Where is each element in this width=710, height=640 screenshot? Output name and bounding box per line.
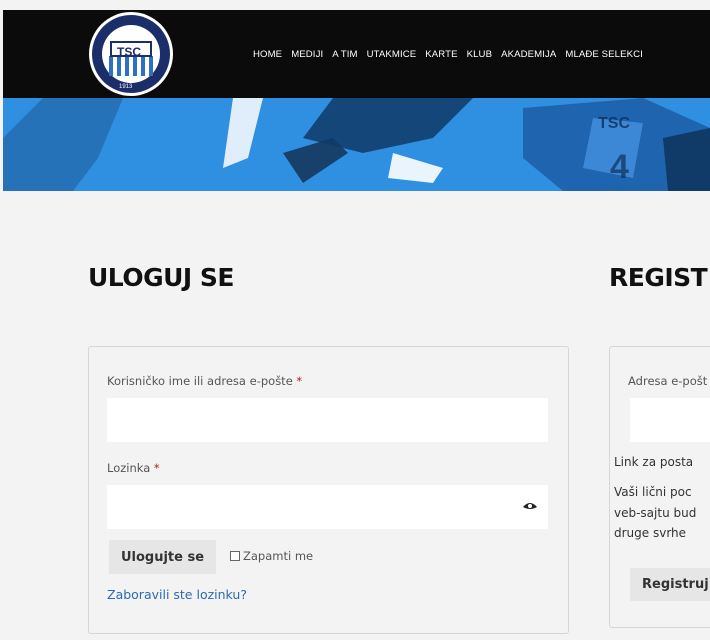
forgot-password-link[interactable]: Zaboravili ste lozinku? bbox=[107, 587, 247, 602]
login-form: Korisničko ime ili adresa e-pošte * Lozi… bbox=[88, 346, 569, 634]
register-button[interactable]: Registruj bbox=[630, 568, 710, 601]
register-info-line2: Vaši lični poc bbox=[614, 485, 692, 499]
login-button[interactable]: Ulogujte se bbox=[109, 540, 216, 574]
login-title: ULOGUJ SE bbox=[88, 263, 235, 292]
username-label-text: Korisničko ime ili adresa e-pošte bbox=[107, 374, 293, 388]
nav-akademija[interactable]: AKADEMIJA bbox=[501, 49, 556, 60]
nav-karte[interactable]: KARTE bbox=[425, 49, 457, 60]
required-marker: * bbox=[153, 461, 160, 475]
password-field bbox=[107, 485, 548, 529]
nav-home[interactable]: HOME bbox=[253, 49, 282, 60]
password-label: Lozinka * bbox=[107, 461, 160, 475]
remember-me[interactable]: Zapamti me bbox=[230, 549, 313, 563]
register-title: REGIST bbox=[609, 263, 708, 292]
svg-text:TSC: TSC bbox=[598, 115, 630, 132]
register-info-line1: Link za posta bbox=[614, 455, 694, 469]
username-label: Korisničko ime ili adresa e-pošte * bbox=[107, 374, 302, 388]
show-password-icon[interactable] bbox=[522, 500, 538, 514]
password-label-text: Lozinka bbox=[107, 461, 151, 475]
site-header: TSC 1913 HOME MEDIJI A TIM UTAKMICE KART… bbox=[3, 10, 710, 98]
register-form: Adresa e-pošt Link za posta Vaši lični p… bbox=[609, 346, 710, 628]
page: TSC 1913 HOME MEDIJI A TIM UTAKMICE KART… bbox=[0, 0, 710, 640]
main-nav: HOME MEDIJI A TIM UTAKMICE KARTE KLUB AK… bbox=[253, 10, 652, 98]
nav-a-tim[interactable]: A TIM bbox=[332, 49, 357, 60]
username-input[interactable] bbox=[107, 398, 548, 442]
nav-klub[interactable]: KLUB bbox=[467, 49, 492, 60]
nav-mediji[interactable]: MEDIJI bbox=[291, 49, 323, 60]
nav-utakmice[interactable]: UTAKMICE bbox=[367, 49, 417, 60]
logo-year-text: 1913 bbox=[119, 84, 133, 90]
nav-mladje-selekcije[interactable]: MLAĐE SELEKCI bbox=[565, 49, 643, 60]
remember-me-label: Zapamti me bbox=[243, 549, 314, 563]
register-info-line4: druge svrhe bbox=[614, 526, 687, 540]
remember-me-checkbox[interactable] bbox=[230, 551, 240, 561]
email-input[interactable] bbox=[630, 398, 710, 442]
svg-text:4: 4 bbox=[610, 148, 629, 186]
password-input[interactable] bbox=[107, 485, 507, 529]
register-info-line3: veb-sajtu bud bbox=[614, 506, 697, 520]
required-marker: * bbox=[296, 374, 303, 388]
hero-players-image: TSC 4 bbox=[3, 98, 710, 191]
logo-center-text: TSC bbox=[117, 45, 141, 59]
email-label: Adresa e-pošt bbox=[628, 374, 708, 388]
hero-banner: TSC 4 bbox=[3, 98, 710, 191]
